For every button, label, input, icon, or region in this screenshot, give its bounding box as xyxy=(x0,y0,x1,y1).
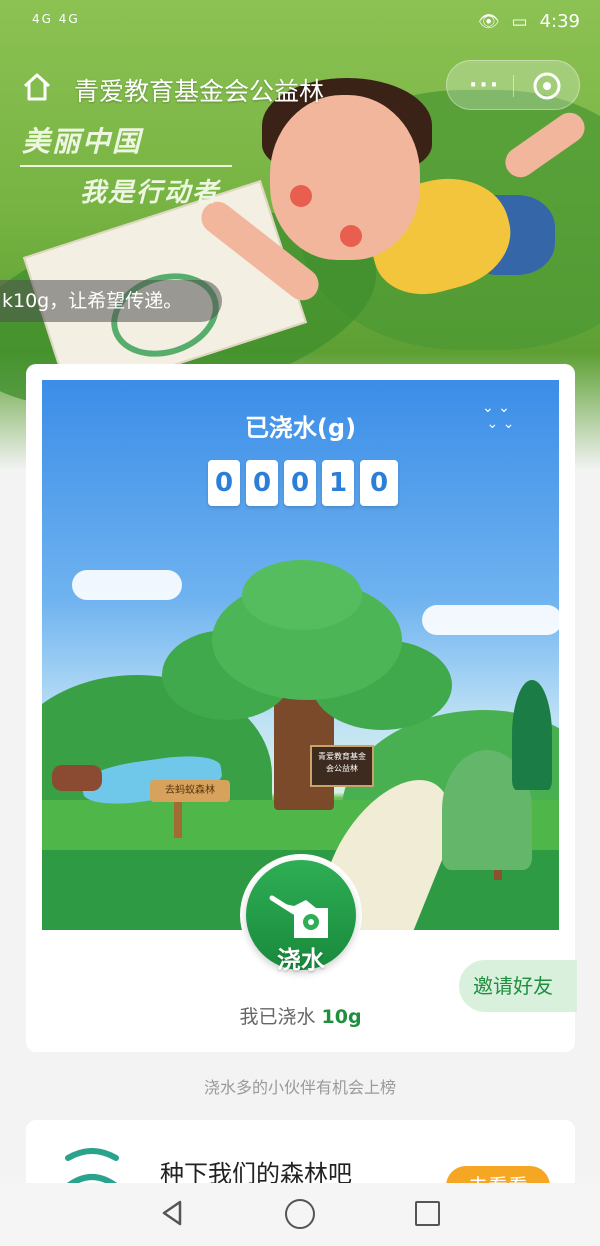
watered-amount: 10g xyxy=(321,1006,362,1028)
tree xyxy=(512,680,552,790)
back-icon[interactable] xyxy=(160,1199,184,1227)
boy-illustration xyxy=(290,185,312,207)
more-button[interactable]: ··· xyxy=(469,73,500,98)
counter-digit: 0 xyxy=(360,460,398,506)
counter-digit: 1 xyxy=(322,460,354,506)
tree-canopy xyxy=(242,560,362,630)
home-nav-icon[interactable] xyxy=(285,1199,315,1229)
capsule-divider xyxy=(513,75,514,97)
forest-scene: 青爱教育基金会公益林 去蚂蚁森林 ⌄ ⌄ ⌄ ⌄ 已浇水(g) 0 0 0 1 … xyxy=(42,380,559,930)
recent-apps-icon[interactable] xyxy=(415,1201,440,1226)
counter-digit: 0 xyxy=(284,460,316,506)
system-nav-bar xyxy=(0,1183,600,1246)
tree-name-sign: 青爱教育基金会公益林 xyxy=(310,745,374,787)
cloud xyxy=(422,605,559,635)
counter-digit: 0 xyxy=(246,460,278,506)
counter-digit: 0 xyxy=(208,460,240,506)
watered-prefix: 我已浇水 xyxy=(239,1006,316,1028)
title-bar: 青爱教育基金会公益林 ··· xyxy=(0,60,600,116)
watering-card: 青爱教育基金会公益林 去蚂蚁森林 ⌄ ⌄ ⌄ ⌄ 已浇水(g) 0 0 0 1 … xyxy=(26,364,575,1052)
deer-illustration xyxy=(52,765,102,791)
mini-program-capsule: ··· xyxy=(446,60,580,110)
battery-icon: ▭ xyxy=(511,11,528,32)
signal-indicator: 4G 4G xyxy=(32,12,80,26)
slogan-line2: 我是行动者 xyxy=(80,178,221,208)
page-title: 青爱教育基金会公益林 xyxy=(74,77,325,106)
slogan-line1: 美丽中国 xyxy=(22,125,143,158)
close-icon[interactable] xyxy=(531,70,563,102)
leaderboard-hint: 浇水多的小伙伴有机会上榜 xyxy=(203,1078,396,1097)
eye-icon: 👁 xyxy=(477,11,500,32)
boy-illustration xyxy=(340,225,362,247)
signpost-leg xyxy=(174,798,182,838)
status-bar: 4G 4G 👁 ▭ 4:39 xyxy=(0,0,600,46)
forest-logo-icon xyxy=(65,1148,119,1188)
water-button-label: 浇水 xyxy=(277,946,325,974)
ant-forest-signpost[interactable]: 去蚂蚁森林 xyxy=(150,780,230,802)
water-counter: 0 0 0 1 0 xyxy=(208,460,398,506)
watered-amount-title: 已浇水(g) xyxy=(244,414,357,442)
invite-friends-button[interactable]: 邀请好友 xyxy=(459,960,577,1012)
slogan-divider xyxy=(20,165,232,167)
cloud xyxy=(72,570,182,600)
clock: 4:39 xyxy=(539,11,580,32)
scrolling-notice: k10g，让希望传递。 xyxy=(0,280,222,322)
home-icon[interactable] xyxy=(20,70,54,104)
